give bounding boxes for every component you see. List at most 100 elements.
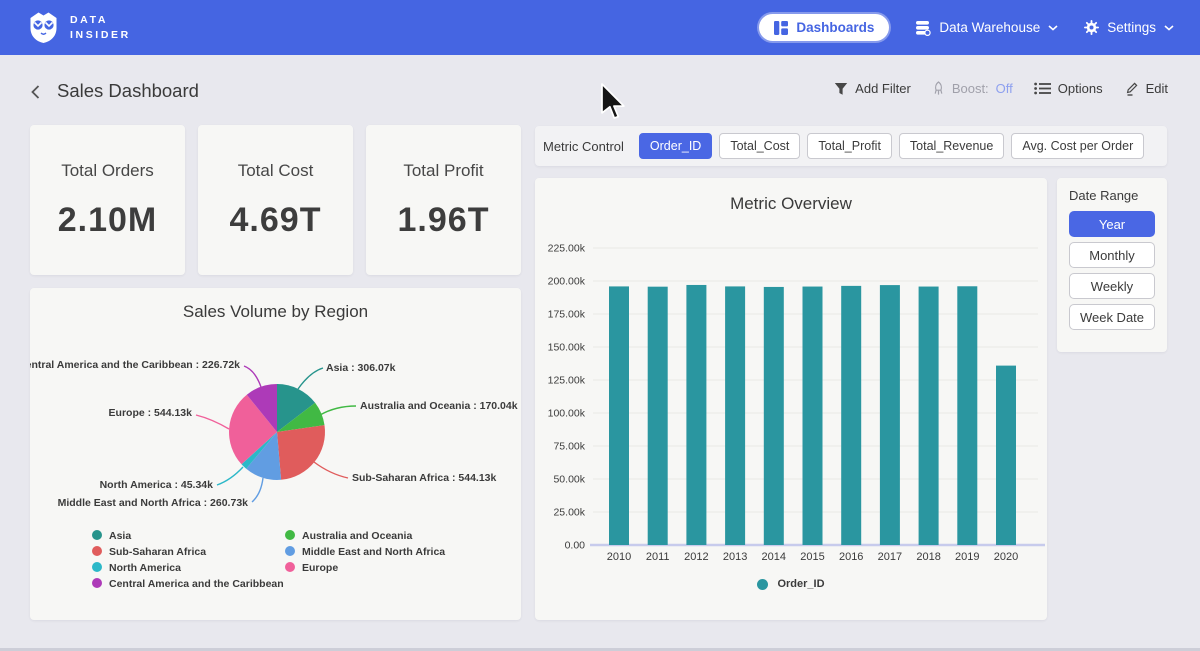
pie-label-asia: Asia : 306.07k bbox=[326, 362, 396, 374]
y-tick: 50.00k bbox=[553, 474, 585, 486]
y-tick: 75.00k bbox=[553, 441, 585, 453]
date-range-panel: Date Range Year Monthly Weekly Week Date bbox=[1057, 178, 1167, 352]
kpi-label: Total Orders bbox=[61, 161, 154, 181]
legend-label-europe: Europe bbox=[302, 562, 338, 574]
bar-2019[interactable] bbox=[957, 286, 977, 545]
x-tick: 2015 bbox=[800, 551, 824, 563]
legend-dot-north-america bbox=[92, 562, 102, 572]
x-tick: 2010 bbox=[607, 551, 631, 563]
bar-2015[interactable] bbox=[803, 287, 823, 545]
dashboard-grid-icon bbox=[774, 21, 788, 35]
bar-2013[interactable] bbox=[725, 286, 745, 545]
date-range-week-date[interactable]: Week Date bbox=[1069, 304, 1155, 330]
bar-2017[interactable] bbox=[880, 285, 900, 545]
bar-2010[interactable] bbox=[609, 286, 629, 545]
top-navbar: DATA INSIDER Dashboards D bbox=[0, 0, 1200, 55]
kpi-value: 2.10M bbox=[58, 201, 158, 240]
chevron-down-icon bbox=[1164, 25, 1174, 31]
add-filter-button[interactable]: Add Filter bbox=[834, 81, 911, 96]
x-tick: 2016 bbox=[839, 551, 863, 563]
brand[interactable]: DATA INSIDER bbox=[28, 11, 131, 44]
mouse-cursor bbox=[601, 83, 627, 121]
y-tick: 200.00k bbox=[548, 276, 586, 288]
legend-dot-australia-and-oceania bbox=[285, 530, 295, 540]
legend-dot-middle-east-and-north-africa bbox=[285, 546, 295, 556]
legend-dot-europe bbox=[285, 562, 295, 572]
pie-label-europe: Europe : 544.13k bbox=[109, 407, 193, 419]
options-list-icon bbox=[1034, 82, 1051, 95]
x-tick: 2020 bbox=[994, 551, 1018, 563]
options-button[interactable]: Options bbox=[1034, 81, 1103, 96]
nav-settings-label: Settings bbox=[1107, 20, 1156, 35]
y-tick: 150.00k bbox=[548, 342, 586, 354]
edit-button[interactable]: Edit bbox=[1124, 81, 1168, 96]
x-tick: 2011 bbox=[646, 551, 670, 563]
brand-line1: DATA bbox=[70, 13, 131, 28]
pie-label-middle-east-and-north-africa: Middle East and North Africa : 260.73k bbox=[58, 497, 249, 509]
metric-control-bar: Metric Control Order_ID Total_Cost Total… bbox=[535, 126, 1167, 166]
sales-volume-chart-card: Sales Volume by Region Asia : 306.07kAus… bbox=[30, 288, 521, 620]
metric-option-total-cost[interactable]: Total_Cost bbox=[719, 133, 800, 159]
pie-label-australia-and-oceania: Australia and Oceania : 170.04k bbox=[360, 400, 518, 412]
nav-settings-button[interactable]: Settings bbox=[1084, 20, 1174, 35]
kpi-label: Total Cost bbox=[238, 161, 314, 181]
owl-logo-icon bbox=[28, 11, 59, 44]
legend-label-central-america-and-the-caribbean: Central America and the Caribbean bbox=[109, 578, 284, 590]
metric-option-total-profit[interactable]: Total_Profit bbox=[807, 133, 892, 159]
boost-state: Off bbox=[996, 81, 1013, 96]
kpi-label: Total Profit bbox=[403, 161, 483, 181]
metric-overview-chart-card: Metric Overview 225.00k200.00k175.00k150… bbox=[535, 178, 1047, 620]
bar-2020[interactable] bbox=[996, 366, 1016, 545]
date-range-weekly[interactable]: Weekly bbox=[1069, 273, 1155, 299]
metric-option-avg-cost-per-order[interactable]: Avg. Cost per Order bbox=[1011, 133, 1144, 159]
boost-label: Boost: bbox=[952, 81, 989, 96]
y-tick: 100.00k bbox=[548, 408, 586, 420]
brand-line2: INSIDER bbox=[70, 28, 131, 43]
y-tick: 125.00k bbox=[548, 375, 586, 387]
bar-chart: 225.00k 200.00k 175.00k 150.00k 125.00k 100.0… bbox=[535, 178, 1047, 620]
nav-dashboards-button[interactable]: Dashboards bbox=[759, 14, 889, 41]
pie-label-north-america: North America : 45.34k bbox=[100, 479, 214, 491]
legend-dot-asia bbox=[92, 530, 102, 540]
pie-label-sub-saharan-africa: Sub-Saharan Africa : 544.13k bbox=[352, 472, 496, 484]
nav-data-warehouse-button[interactable]: Data Warehouse bbox=[915, 20, 1058, 36]
y-tick: 175.00k bbox=[548, 309, 586, 321]
y-tick: 0.00 bbox=[565, 540, 586, 552]
kpi-card-total-cost: Total Cost 4.69T bbox=[198, 125, 353, 275]
x-tick: 2012 bbox=[684, 551, 708, 563]
x-tick: 2014 bbox=[762, 551, 786, 563]
metric-control-label: Metric Control bbox=[543, 139, 624, 154]
options-label: Options bbox=[1058, 81, 1103, 96]
date-range-monthly[interactable]: Monthly bbox=[1069, 242, 1155, 268]
nav-data-warehouse-label: Data Warehouse bbox=[939, 20, 1040, 35]
bar-2016[interactable] bbox=[841, 286, 861, 545]
back-button[interactable] bbox=[27, 83, 45, 101]
legend-label-middle-east-and-north-africa: Middle East and North Africa bbox=[302, 546, 445, 558]
legend-label-sub-saharan-africa: Sub-Saharan Africa bbox=[109, 546, 206, 558]
boost-toggle[interactable]: Boost: Off bbox=[932, 81, 1013, 96]
metric-option-total-revenue[interactable]: Total_Revenue bbox=[899, 133, 1004, 159]
metric-option-order-id[interactable]: Order_ID bbox=[639, 133, 712, 159]
legend-label: Order_ID bbox=[777, 578, 824, 590]
y-tick: 225.00k bbox=[548, 243, 586, 255]
page-title: Sales Dashboard bbox=[57, 80, 199, 102]
pie-label-central-america-and-the-caribbean: Central America and the Caribbean : 226.… bbox=[30, 359, 240, 371]
date-range-year[interactable]: Year bbox=[1069, 211, 1155, 237]
chevron-down-icon bbox=[1048, 25, 1058, 31]
gear-icon bbox=[1084, 20, 1099, 35]
bar-2018[interactable] bbox=[919, 287, 939, 545]
bar-2014[interactable] bbox=[764, 287, 784, 545]
edit-pencil-icon bbox=[1124, 81, 1139, 96]
legend-dot-sub-saharan-africa bbox=[92, 546, 102, 556]
pie-chart: Asia : 306.07k Australia and Oceania : 17… bbox=[30, 288, 521, 620]
pie-slice-sub-saharan-africa[interactable] bbox=[277, 425, 325, 480]
x-tick: 2018 bbox=[916, 551, 940, 563]
y-tick: 25.00k bbox=[553, 507, 585, 519]
kpi-card-total-profit: Total Profit 1.96T bbox=[366, 125, 521, 275]
x-tick: 2017 bbox=[878, 551, 902, 563]
kpi-value: 4.69T bbox=[230, 201, 322, 240]
database-icon bbox=[915, 20, 931, 36]
bar-2012[interactable] bbox=[686, 285, 706, 545]
legend-dot bbox=[757, 579, 768, 590]
bar-2011[interactable] bbox=[648, 287, 668, 545]
